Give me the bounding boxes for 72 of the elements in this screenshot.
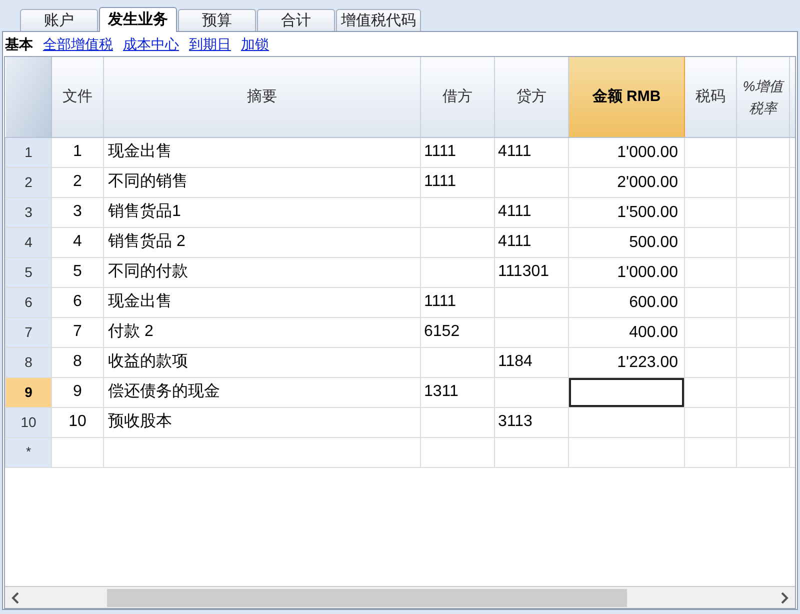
debit-cell: 1111 (420, 137, 494, 167)
horizontal-scrollbar[interactable] (5, 586, 795, 608)
document-cell: 4 (52, 227, 104, 257)
document-cell: 7 (52, 317, 104, 347)
document-cell: 8 (52, 347, 104, 377)
description-cell: 现金出售 (104, 137, 420, 167)
column-header[interactable]: 贷方 (494, 57, 568, 137)
tab[interactable]: 预算 (178, 9, 256, 31)
document-cell: 2 (52, 167, 104, 197)
tab[interactable]: 发生业务 (99, 7, 177, 32)
view-link[interactable]: 全部增值税 (43, 34, 113, 54)
description-cell: 现金出售 (104, 287, 420, 317)
view-link[interactable]: 到期日 (189, 34, 231, 54)
credit-cell: 1184 (494, 347, 568, 377)
description-cell: 预收股本 (104, 407, 420, 437)
row-number[interactable]: 1 (6, 137, 52, 167)
credit-cell: 3113 (494, 407, 568, 437)
row-number[interactable]: 3 (6, 197, 52, 227)
column-header[interactable]: 文件 (52, 57, 104, 137)
view-link[interactable]: 加锁 (241, 34, 269, 54)
column-header[interactable]: 摘要 (104, 57, 420, 137)
amount-cell-text: 1'223.00 (616, 352, 679, 372)
description-cell: 不同的付款 (104, 257, 420, 287)
tab[interactable]: 账户 (20, 9, 98, 31)
tab[interactable]: 增值税代码 (336, 9, 421, 31)
description-cell: 销售货品1 (104, 197, 420, 227)
document-cell: 1 (52, 137, 104, 167)
row-number[interactable]: 5 (6, 257, 52, 287)
amount-cell-text: 1'000.00 (616, 142, 679, 162)
column-header[interactable]: %增值税率 (736, 57, 790, 137)
credit-cell: 4111 (494, 197, 568, 227)
active-cell[interactable] (569, 378, 684, 406)
document-cell: 6 (52, 287, 104, 317)
row-number[interactable]: 10 (6, 407, 52, 437)
document-cell: 10 (52, 407, 104, 437)
credit-cell: 111301 (494, 257, 568, 287)
description-cell: 收益的款项 (104, 347, 420, 377)
new-row-marker: * (6, 437, 52, 467)
row-number[interactable]: 9 (6, 377, 52, 407)
scroll-right-icon[interactable] (779, 592, 789, 604)
view-link[interactable]: 基本 (5, 34, 33, 54)
description-cell: 付款 2 (104, 317, 420, 347)
document-cell: 5 (52, 257, 104, 287)
amount-cell-text: 2'000.00 (616, 172, 679, 192)
document-cell: 9 (52, 377, 104, 407)
scrollbar-thumb[interactable] (107, 588, 627, 606)
credit-cell: 4111 (494, 137, 568, 167)
debit-cell: 6152 (420, 317, 494, 347)
row-number[interactable]: 6 (6, 287, 52, 317)
amount-cell-text: 600.00 (628, 292, 679, 312)
description-cell: 偿还债务的现金 (104, 377, 420, 407)
column-header[interactable]: 金额 RMB (568, 57, 684, 137)
tab[interactable]: 合计 (257, 9, 335, 31)
view-link[interactable]: 成本中心 (123, 34, 179, 54)
column-header[interactable]: 借方 (420, 57, 494, 137)
description-cell: 不同的销售 (104, 167, 420, 197)
column-header[interactable]: 税码 (684, 57, 736, 137)
row-number[interactable]: 8 (6, 347, 52, 377)
amount-cell-text: 1'500.00 (616, 202, 679, 222)
scroll-left-icon[interactable] (11, 592, 21, 604)
debit-cell: 1311 (420, 377, 494, 407)
amount-cell-text: 400.00 (628, 322, 679, 342)
debit-cell: 1111 (420, 167, 494, 197)
amount-cell-text: 1'000.00 (616, 262, 679, 282)
credit-cell: 4111 (494, 227, 568, 257)
document-cell: 3 (52, 197, 104, 227)
row-number[interactable]: 4 (6, 227, 52, 257)
row-number[interactable]: 2 (6, 167, 52, 197)
debit-cell: 1111 (420, 287, 494, 317)
description-cell: 销售货品 2 (104, 227, 420, 257)
amount-cell-text: 500.00 (628, 232, 679, 252)
row-number[interactable]: 7 (6, 317, 52, 347)
